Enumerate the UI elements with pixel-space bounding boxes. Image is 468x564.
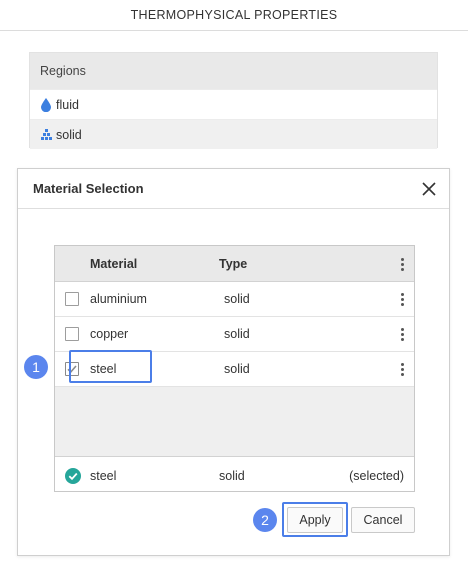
row-type: solid [224, 362, 250, 376]
row-menu-icon[interactable] [396, 352, 408, 386]
summary-material: steel [90, 469, 117, 483]
regions-panel: Regions fluid solid [29, 52, 438, 149]
grid-empty-area [55, 387, 414, 457]
step-badge-1: 1 [24, 355, 48, 379]
grid-header: Material Type [55, 246, 414, 282]
selection-summary: steel solid (selected) [55, 457, 414, 495]
region-item-label: solid [56, 127, 82, 142]
close-icon[interactable] [419, 179, 439, 199]
column-menu-icon[interactable] [396, 246, 408, 282]
region-item-solid[interactable]: solid [30, 119, 437, 149]
row-material: copper [90, 327, 129, 341]
region-item-label: fluid [56, 97, 79, 112]
regions-header: Regions [30, 53, 437, 89]
column-header-type[interactable]: Type [219, 246, 247, 282]
dialog-header: Material Selection [18, 169, 449, 209]
row-checkbox[interactable] [65, 327, 79, 341]
row-material: aluminium [90, 292, 147, 306]
water-drop-icon [39, 97, 53, 113]
table-row[interactable]: aluminium solid [55, 282, 414, 317]
material-grid: Material Type aluminium solid copper sol… [54, 245, 415, 492]
check-circle-icon [65, 468, 81, 487]
column-header-material[interactable]: Material [90, 246, 137, 282]
cancel-button[interactable]: Cancel [351, 507, 415, 533]
summary-status: (selected) [349, 469, 404, 483]
row-menu-icon[interactable] [396, 317, 408, 351]
row-checkbox[interactable] [65, 292, 79, 306]
step-badge-2: 2 [253, 508, 277, 532]
table-row[interactable]: steel solid [55, 352, 414, 387]
row-menu-icon[interactable] [396, 282, 408, 316]
dialog-title: Material Selection [33, 181, 144, 196]
apply-button[interactable]: Apply [287, 507, 343, 533]
region-item-fluid[interactable]: fluid [30, 89, 437, 119]
row-material: steel [90, 362, 117, 376]
material-selection-dialog: Material Selection Material Type alumini… [17, 168, 450, 556]
solid-blocks-icon [39, 127, 53, 143]
row-checkbox-checked[interactable] [65, 362, 79, 376]
row-type: solid [224, 292, 250, 306]
page-title: THERMOPHYSICAL PROPERTIES [0, 0, 468, 31]
row-type: solid [224, 327, 250, 341]
table-row[interactable]: copper solid [55, 317, 414, 352]
summary-type: solid [219, 469, 245, 483]
checkmark-icon [67, 365, 77, 374]
